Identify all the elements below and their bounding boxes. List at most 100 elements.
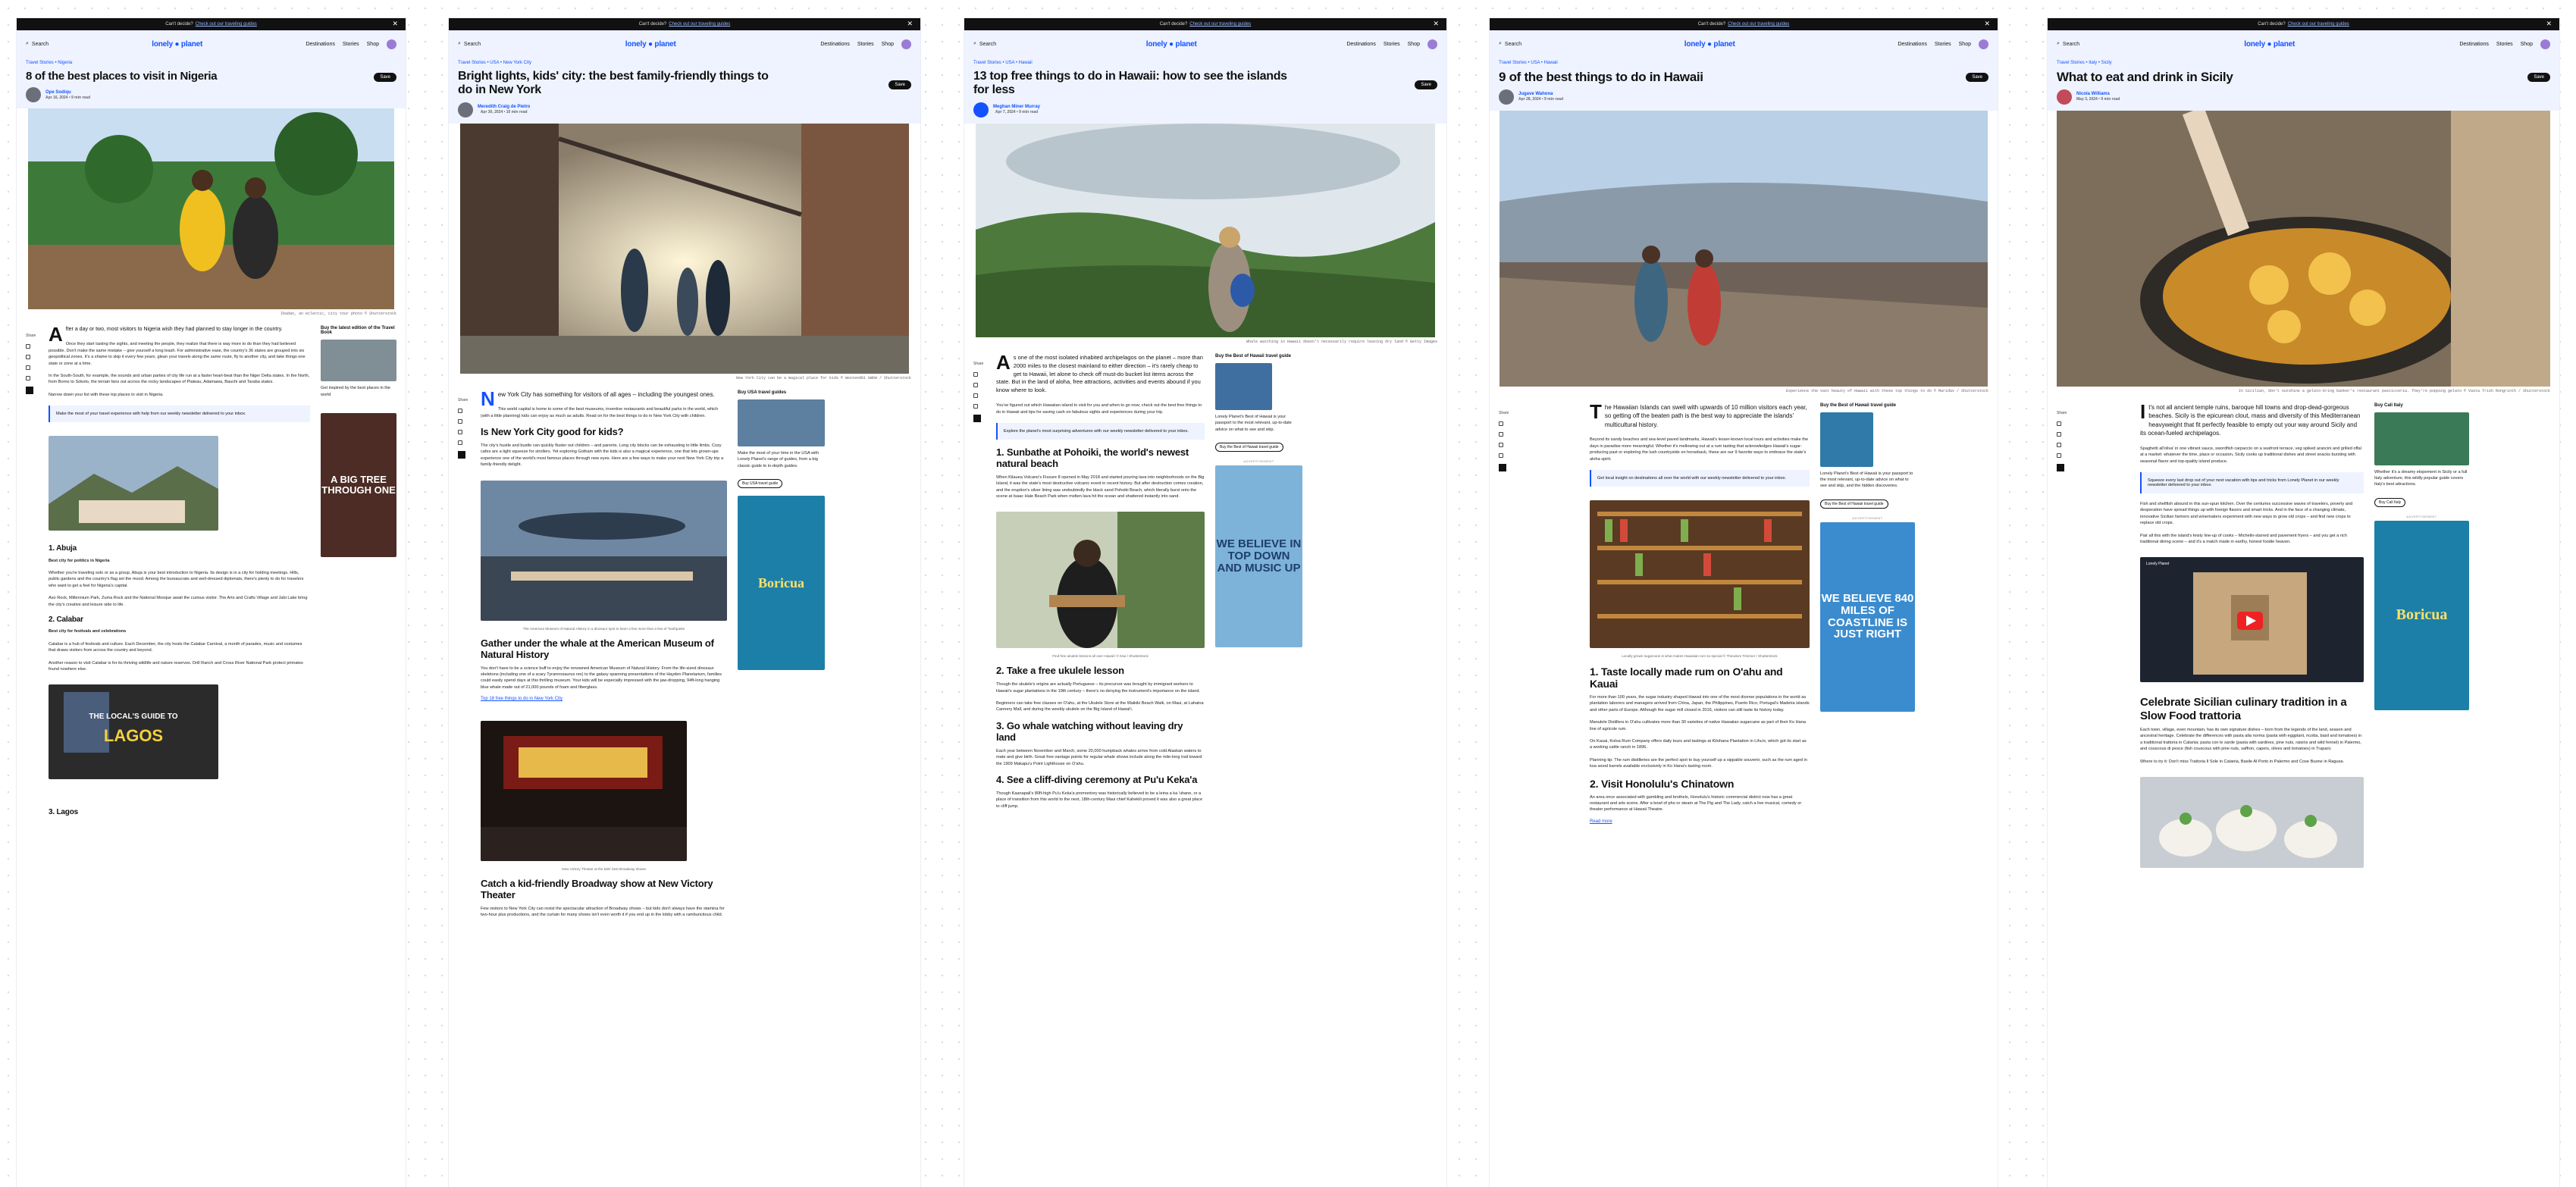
bookmark-icon[interactable] <box>458 450 465 459</box>
search-button[interactable]: ⌕ Search <box>1499 41 1521 47</box>
nav-destinations[interactable]: Destinations <box>2459 42 2489 47</box>
advertisement[interactable]: A BIG TREE THROUGH ONE <box>321 413 396 558</box>
book-cover[interactable] <box>738 399 825 446</box>
twitter-icon[interactable] <box>2057 431 2061 437</box>
video-player[interactable]: Lonely Planet <box>2140 551 2364 688</box>
banner-link[interactable]: Check out our traveling guides <box>669 22 730 27</box>
site-logo[interactable]: lonely ● planet <box>1146 40 1197 49</box>
pinterest-icon[interactable] <box>1499 442 1503 447</box>
book-cover[interactable] <box>321 340 396 382</box>
breadcrumb[interactable]: Travel Stories • Italy • Sicily <box>2057 58 2550 65</box>
nav-shop[interactable]: Shop <box>2521 42 2533 47</box>
banner-link[interactable]: Check out our traveling guides <box>2288 22 2349 27</box>
link-icon[interactable] <box>458 440 462 445</box>
banner-link[interactable]: Check out our traveling guides <box>1189 22 1251 27</box>
newsletter-callout[interactable]: Get local insight on destinations all ov… <box>1590 469 1810 487</box>
book-cover[interactable] <box>2374 412 2469 465</box>
nav-shop[interactable]: Shop <box>882 42 894 47</box>
close-icon[interactable]: ✕ <box>2546 20 2552 28</box>
nav-destinations[interactable]: Destinations <box>306 42 335 47</box>
pinterest-icon[interactable] <box>2057 442 2061 447</box>
nav-stories[interactable]: Stories <box>2496 42 2513 47</box>
book-cover[interactable] <box>1215 362 1272 410</box>
avatar[interactable] <box>1979 39 1988 49</box>
lagos-guide-video[interactable]: LAGOS THE LOCAL'S GUIDE TO <box>49 684 218 780</box>
search-button[interactable]: ⌕ Search <box>973 41 996 47</box>
avatar[interactable] <box>1427 39 1437 49</box>
newsletter-callout[interactable]: Make the most of your travel experience … <box>49 406 310 423</box>
buy-guide-button[interactable]: Buy the Best of Hawaii travel guide <box>1820 499 1888 509</box>
close-icon[interactable]: ✕ <box>907 20 913 28</box>
nav-destinations[interactable]: Destinations <box>1346 42 1376 47</box>
newsletter-callout[interactable]: Explore the planet's most surprising adv… <box>996 422 1205 440</box>
breadcrumb[interactable]: Travel Stories • Nigeria <box>26 58 396 65</box>
advertisement[interactable]: WE BELIEVE IN TOP DOWN AND MUSIC UP <box>1215 465 1302 647</box>
site-logo[interactable]: lonely ● planet <box>2244 40 2295 49</box>
bookmark-icon[interactable] <box>973 414 981 422</box>
nav-stories[interactable]: Stories <box>1384 42 1400 47</box>
related-link[interactable]: Top 18 free things to do in New York Cit… <box>481 697 727 701</box>
nav-destinations[interactable]: Destinations <box>1898 42 1927 47</box>
nav-stories[interactable]: Stories <box>857 42 874 47</box>
twitter-icon[interactable] <box>973 382 978 387</box>
author-name[interactable]: Meghan Miner Murray <box>993 105 1040 109</box>
bookmark-icon[interactable] <box>26 387 33 395</box>
avatar[interactable] <box>901 39 911 49</box>
pinterest-icon[interactable] <box>26 365 30 371</box>
advertisement[interactable]: WE BELIEVE 840 MILES OF COASTLINE IS JUS… <box>1820 521 1915 712</box>
facebook-icon[interactable] <box>2057 421 2061 426</box>
advertisement[interactable]: Boricua <box>738 495 825 670</box>
link-icon[interactable] <box>26 376 30 381</box>
nav-shop[interactable]: Shop <box>367 42 379 47</box>
nav-shop[interactable]: Shop <box>1408 42 1420 47</box>
link-icon[interactable] <box>1499 453 1503 458</box>
read-more-link[interactable]: Read more <box>1590 819 1810 824</box>
buy-guide-button[interactable]: Buy USA travel guide <box>738 478 783 488</box>
search-button[interactable]: ⌕ Search <box>26 41 49 47</box>
book-cover[interactable] <box>1820 412 1873 467</box>
banner-link[interactable]: Check out our traveling guides <box>196 22 257 27</box>
pinterest-icon[interactable] <box>458 429 462 434</box>
search-button[interactable]: ⌕ Search <box>458 41 481 47</box>
facebook-icon[interactable] <box>458 408 462 413</box>
twitter-icon[interactable] <box>1499 431 1503 437</box>
breadcrumb[interactable]: Travel Stories • USA • Hawaii <box>973 58 1437 65</box>
save-button[interactable]: Save <box>888 80 911 89</box>
breadcrumb[interactable]: Travel Stories • USA • Hawaii <box>1499 58 1988 65</box>
bookmark-icon[interactable] <box>2057 463 2064 471</box>
save-button[interactable]: Save <box>374 73 396 82</box>
buy-guide-button[interactable]: Buy the Best of Hawaii travel guide <box>1215 442 1283 452</box>
bookmark-icon[interactable] <box>1499 463 1506 471</box>
nav-destinations[interactable]: Destinations <box>820 42 850 47</box>
link-icon[interactable] <box>973 403 978 409</box>
advertisement[interactable]: Boricua <box>2374 520 2469 710</box>
author-name[interactable]: Ope Sodiqu <box>45 90 90 95</box>
facebook-icon[interactable] <box>26 344 30 349</box>
save-button[interactable]: Save <box>2527 73 2550 82</box>
site-logo[interactable]: lonely ● planet <box>1684 40 1735 49</box>
site-logo[interactable]: lonely ● planet <box>152 40 202 49</box>
site-logo[interactable]: lonely ● planet <box>625 40 676 49</box>
newsletter-callout[interactable]: Squeeze every last drop out of your next… <box>2140 472 2364 494</box>
link-icon[interactable] <box>2057 453 2061 458</box>
pinterest-icon[interactable] <box>973 393 978 398</box>
nav-shop[interactable]: Shop <box>1959 42 1971 47</box>
save-button[interactable]: Save <box>1415 80 1437 89</box>
avatar[interactable] <box>387 39 396 49</box>
nav-stories[interactable]: Stories <box>343 42 359 47</box>
author-name[interactable]: Jugave Wahona <box>1518 92 1563 96</box>
breadcrumb[interactable]: Travel Stories • USA • New York City <box>458 58 911 65</box>
nav-stories[interactable]: Stories <box>1935 42 1951 47</box>
banner-link[interactable]: Check out our traveling guides <box>1728 22 1789 27</box>
twitter-icon[interactable] <box>26 355 30 360</box>
buy-guide-button[interactable]: Buy Cali Italy <box>2374 497 2406 507</box>
facebook-icon[interactable] <box>1499 421 1503 426</box>
author-name[interactable]: Meredith Craig de Pietro <box>478 105 530 109</box>
search-button[interactable]: ⌕ Search <box>2057 41 2079 47</box>
close-icon[interactable]: ✕ <box>392 20 398 28</box>
facebook-icon[interactable] <box>973 371 978 377</box>
save-button[interactable]: Save <box>1966 73 1988 82</box>
close-icon[interactable]: ✕ <box>1984 20 1990 28</box>
close-icon[interactable]: ✕ <box>1433 20 1439 28</box>
author-name[interactable]: Nicola Williams <box>2076 92 2120 96</box>
